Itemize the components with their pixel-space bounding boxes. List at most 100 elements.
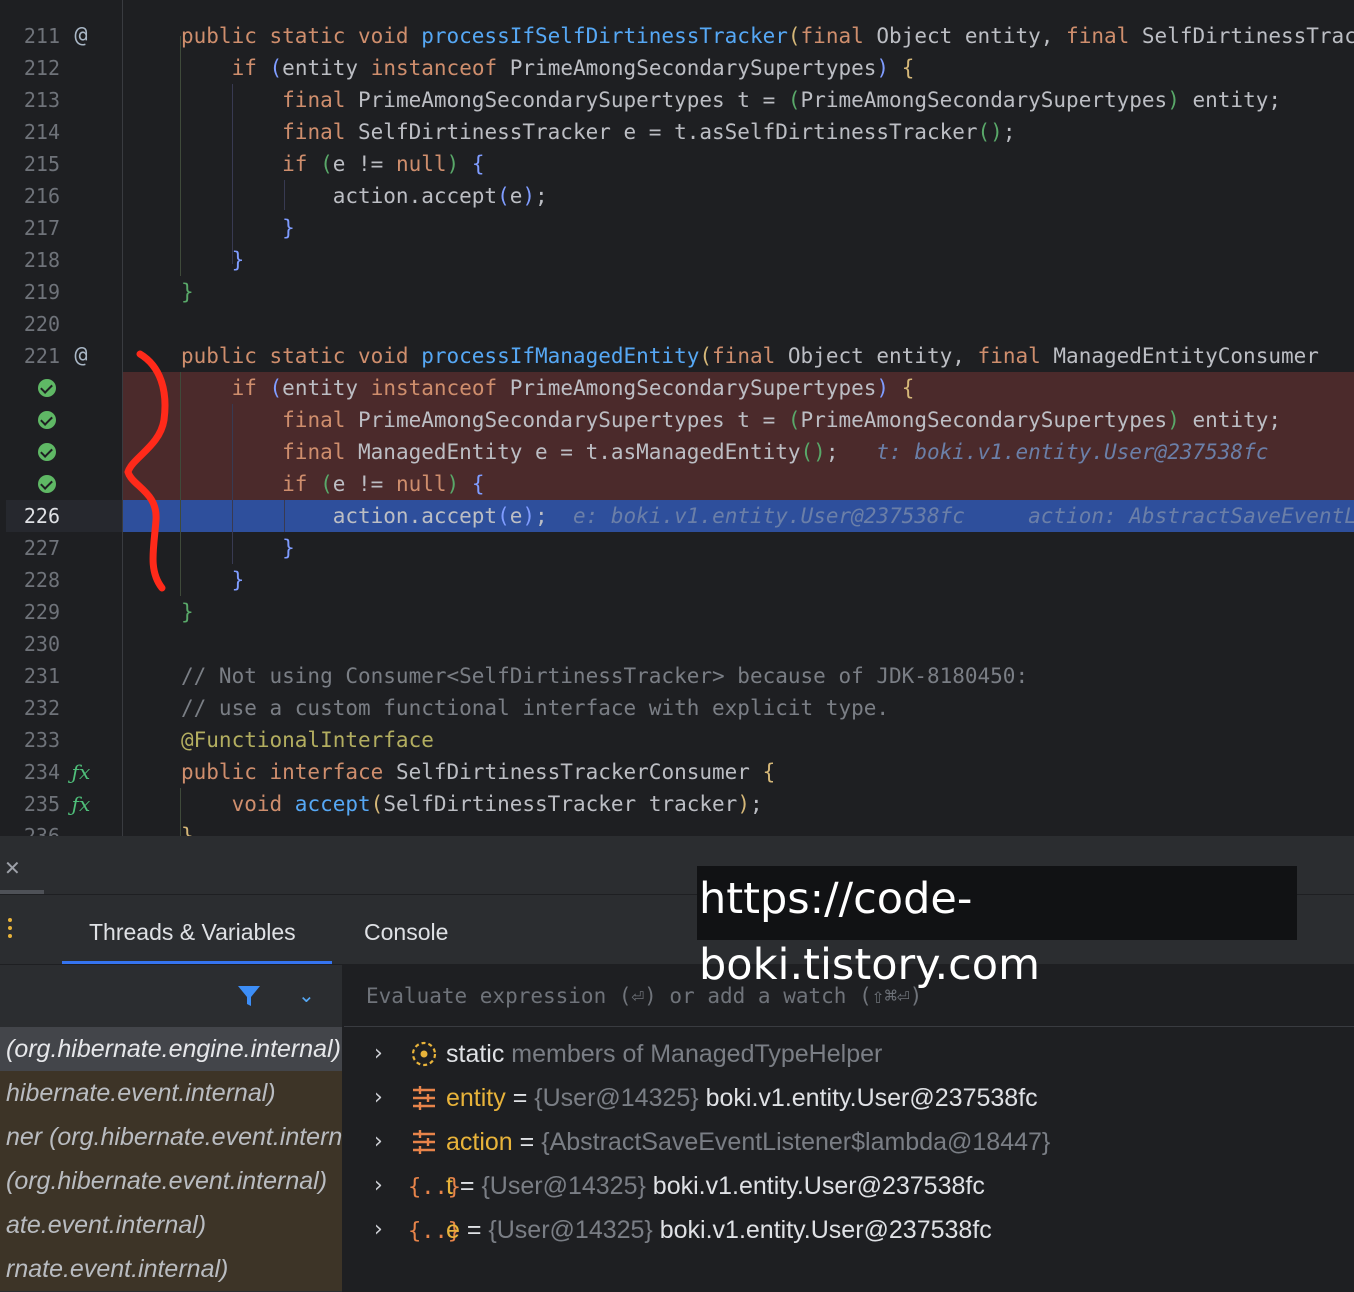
code-line[interactable]: 236}: [0, 820, 1354, 836]
stack-frame-item[interactable]: rnate.event.internal): [0, 1247, 348, 1291]
static-members-icon: [408, 1032, 440, 1082]
code-text: }: [282, 536, 295, 560]
code-line[interactable]: 235 ƒx void accept(SelfDirtinessTracker t…: [0, 788, 1354, 820]
line-number[interactable]: 227: [0, 532, 60, 564]
code-line[interactable]: 232 // use a custom functional interface …: [0, 692, 1354, 724]
session-tab-indicator: [0, 890, 44, 894]
code-line[interactable]: if (e != null) {: [0, 468, 1354, 500]
line-number[interactable]: 228: [0, 564, 60, 596]
fx-icon[interactable]: ƒx: [68, 756, 94, 788]
check-icon[interactable]: [38, 443, 56, 461]
code-text: }: [181, 600, 194, 624]
code-line[interactable]: 230: [0, 628, 1354, 660]
local-var-icon: {..}: [408, 1219, 461, 1244]
code-line[interactable]: 221 @ public static void processIfManagedE…: [0, 340, 1354, 372]
variable-name: action: [446, 1128, 513, 1156]
variable-row[interactable]: › {..} e = {User@14325} boki.v1.entity.Use…: [344, 1208, 1354, 1252]
line-number[interactable]: 236: [0, 820, 60, 836]
check-icon[interactable]: [38, 379, 56, 397]
tab-console[interactable]: Console: [364, 896, 448, 964]
code-line[interactable]: 226 action.accept(e); e: boki.v1.entity.…: [0, 500, 1354, 532]
line-number[interactable]: 226: [0, 500, 60, 532]
code-line[interactable]: 231 // Not using Consumer<SelfDirtinessTr…: [0, 660, 1354, 692]
code-line[interactable]: if (entity instanceof PrimeAmongSecondar…: [0, 372, 1354, 404]
expand-arrow-icon[interactable]: ›: [374, 1164, 383, 1208]
code-line[interactable]: 220: [0, 308, 1354, 340]
expand-arrow-icon[interactable]: ›: [374, 1120, 383, 1164]
variable-value: boki.v1.entity.User@237538fc: [698, 1084, 1038, 1112]
variable-type: {User@14325}: [481, 1172, 646, 1200]
code-text: }: [181, 280, 194, 304]
code-line[interactable]: 218 }: [0, 244, 1354, 276]
code-text: final SelfDirtinessTracker e = t.asSelfD…: [282, 120, 1016, 144]
line-number[interactable]: 235: [0, 788, 60, 820]
line-number[interactable]: 233: [0, 724, 60, 756]
stack-frame-item[interactable]: hibernate.event.internal): [0, 1071, 348, 1115]
chevron-down-icon[interactable]: ⌄: [298, 983, 315, 1007]
line-number[interactable]: 214: [0, 116, 60, 148]
variables-view: Evaluate expression (⏎) or add a watch (…: [344, 965, 1354, 1292]
line-number[interactable]: 220: [0, 308, 60, 340]
tab-threads-variables[interactable]: Threads & Variables: [62, 896, 332, 964]
code-line[interactable]: 234 ƒx public interface SelfDirtinessTrack…: [0, 756, 1354, 788]
variable-row[interactable]: › entity = {User@14325} boki.v1.entity.Us…: [344, 1076, 1354, 1120]
code-text: final ManagedEntity e = t.asManagedEntit…: [282, 440, 1269, 464]
override-icon[interactable]: @: [68, 20, 94, 52]
line-number[interactable]: 217: [0, 212, 60, 244]
expand-arrow-icon[interactable]: ›: [374, 1032, 383, 1076]
fx-icon[interactable]: ƒx: [68, 788, 94, 820]
filter-icon[interactable]: [236, 983, 262, 1009]
stack-frame-item[interactable]: ate.event.internal): [0, 1203, 348, 1247]
code-line[interactable]: final ManagedEntity e = t.asManagedEntit…: [0, 436, 1354, 468]
code-text: void accept(SelfDirtinessTracker tracker…: [231, 792, 763, 816]
line-number[interactable]: 230: [0, 628, 60, 660]
line-number[interactable]: 232: [0, 692, 60, 724]
line-number[interactable]: 234: [0, 756, 60, 788]
line-number[interactable]: 215: [0, 148, 60, 180]
code-line[interactable]: 216 action.accept(e);: [0, 180, 1354, 212]
code-line[interactable]: 227 }: [0, 532, 1354, 564]
line-number[interactable]: 211: [0, 20, 60, 52]
line-number[interactable]: 229: [0, 596, 60, 628]
stack-frame-item[interactable]: ner (org.hibernate.event.internal): [0, 1115, 348, 1159]
code-line[interactable]: 229}: [0, 596, 1354, 628]
code-line[interactable]: 212 if (entity instanceof PrimeAmongSeco…: [0, 52, 1354, 84]
stack-frame-item[interactable]: (org.hibernate.event.internal): [0, 1159, 348, 1203]
code-line[interactable]: 219}: [0, 276, 1354, 308]
close-icon[interactable]: ✕: [4, 856, 21, 880]
line-number[interactable]: 213: [0, 84, 60, 116]
override-icon[interactable]: @: [68, 340, 94, 372]
variable-row[interactable]: › action = {AbstractSaveEventListener$lam…: [344, 1120, 1354, 1164]
more-options-icon[interactable]: [8, 918, 14, 942]
check-icon[interactable]: [38, 475, 56, 493]
code-text: if (e != null) {: [282, 152, 485, 176]
frames-list[interactable]: ⌄ (org.hibernate.engine.internal) hibern…: [0, 965, 348, 1292]
code-line[interactable]: 228 }: [0, 564, 1354, 596]
variable-row-static[interactable]: › static members of ManagedTypeHelper: [344, 1032, 1354, 1076]
line-number[interactable]: 219: [0, 276, 60, 308]
expand-arrow-icon[interactable]: ›: [374, 1076, 383, 1120]
code-text: @FunctionalInterface: [181, 728, 434, 752]
line-number[interactable]: 221: [0, 340, 60, 372]
line-number[interactable]: 231: [0, 660, 60, 692]
code-text: }: [231, 248, 245, 272]
code-line[interactable]: 233 @FunctionalInterface: [0, 724, 1354, 756]
line-number[interactable]: 212: [0, 52, 60, 84]
code-text: }: [231, 568, 245, 592]
expand-arrow-icon[interactable]: ›: [374, 1208, 383, 1252]
code-line[interactable]: 211 @ public static void processIfSelfDirt…: [0, 20, 1354, 52]
code-text: action.accept(e);: [181, 184, 548, 208]
code-line[interactable]: 217 }: [0, 212, 1354, 244]
code-line[interactable]: final PrimeAmongSecondarySupertypes t = …: [0, 404, 1354, 436]
code-editor[interactable]: 211 @ public static void processIfSelfDirt…: [0, 0, 1354, 836]
variable-name: t: [446, 1172, 453, 1200]
code-line[interactable]: 215 if (e != null) {: [0, 148, 1354, 180]
line-number[interactable]: 218: [0, 244, 60, 276]
variable-row[interactable]: › {..} t = {User@14325} boki.v1.entity.Use…: [344, 1164, 1354, 1208]
code-line[interactable]: 213 final PrimeAmongSecondarySupertypes …: [0, 84, 1354, 116]
variable-type: {User@14325}: [534, 1084, 699, 1112]
code-line[interactable]: 214 final SelfDirtinessTracker e = t.asS…: [0, 116, 1354, 148]
line-number[interactable]: 216: [0, 180, 60, 212]
check-icon[interactable]: [38, 411, 56, 429]
stack-frame-item[interactable]: (org.hibernate.engine.internal): [0, 1027, 348, 1071]
